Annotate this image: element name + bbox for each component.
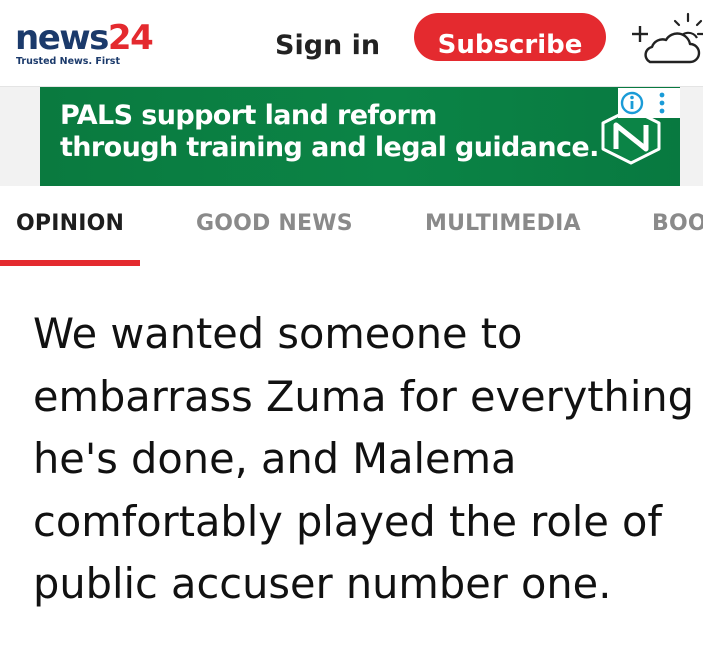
- subscribe-button[interactable]: Subscribe: [414, 13, 606, 61]
- tab-multimedia[interactable]: MULTIMEDIA: [425, 211, 581, 236]
- quote-line: he's done, and Malema: [33, 434, 517, 483]
- quote-line: comfortably played the role of: [33, 496, 663, 546]
- ad-line-2: through training and legal guidance.: [60, 132, 599, 163]
- tab-good-news[interactable]: GOOD NEWS: [196, 211, 353, 236]
- ad-choices[interactable]: [618, 88, 680, 118]
- sign-in-link[interactable]: Sign in: [275, 26, 380, 66]
- ad-headline: PALS support land reform through trainin…: [60, 100, 599, 164]
- tab-opinion[interactable]: OPINION: [16, 211, 124, 236]
- article-pull-quote: We wanted someone to embarrass Zuma for …: [33, 303, 695, 616]
- active-tab-indicator: [0, 260, 140, 266]
- logo-news-text: news: [15, 18, 109, 58]
- section-tabs: OPINION GOOD NEWS MULTIMEDIA BOO: [0, 186, 703, 270]
- logo-wordmark: news24: [15, 18, 154, 58]
- site-header: news24 Trusted News. First Sign in Subsc…: [0, 0, 703, 87]
- ad-line-1: PALS support land reform: [60, 100, 437, 131]
- logo-number-text: 24: [107, 18, 154, 58]
- logo-tagline: Trusted News. First: [16, 56, 120, 67]
- quote-line: We wanted someone to: [33, 309, 523, 358]
- news24-logo[interactable]: news24 Trusted News. First: [15, 18, 155, 70]
- ad-banner[interactable]: PALS support land reform through trainin…: [40, 87, 680, 186]
- quote-line: embarrass Zuma for everything: [33, 371, 695, 421]
- add-weather-icon[interactable]: [628, 12, 703, 68]
- quote-line: public accuser number one.: [33, 559, 612, 608]
- page: news24 Trusted News. First Sign in Subsc…: [0, 0, 703, 651]
- tab-books[interactable]: BOO: [652, 211, 703, 236]
